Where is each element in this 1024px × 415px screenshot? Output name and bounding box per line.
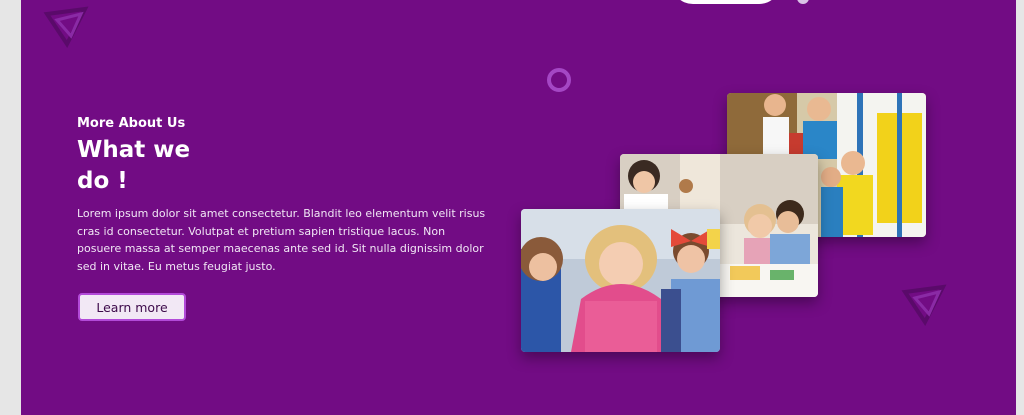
- triangle-outline-icon: [901, 284, 947, 326]
- kids-smiling-group-photo: [521, 209, 720, 352]
- section-title: What we do !: [77, 137, 191, 194]
- decorative-blob: [671, 0, 781, 4]
- circle-outline-icon: [547, 68, 571, 92]
- decorative-dot: [797, 0, 809, 4]
- learn-more-button[interactable]: Learn more: [78, 293, 186, 321]
- section-description: Lorem ipsum dolor sit amet consectetur. …: [77, 207, 486, 273]
- about-section: More About Us What we do ! Lorem ipsum d…: [21, 0, 1016, 415]
- about-text-block: More About Us What we do ! Lorem ipsum d…: [77, 116, 492, 275]
- triangle-outline-icon: [43, 6, 89, 48]
- section-eyebrow: More About Us: [77, 116, 186, 131]
